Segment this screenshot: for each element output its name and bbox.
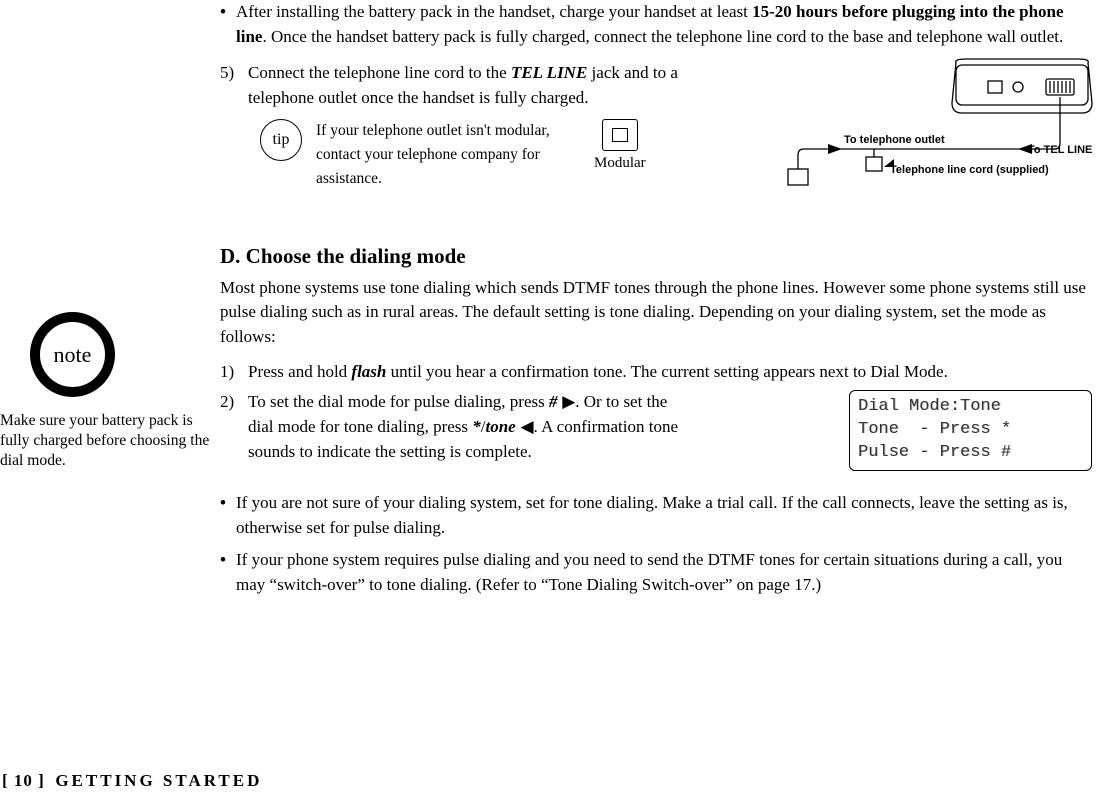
- step-number: 2): [220, 390, 248, 464]
- flash-key: flash: [351, 362, 386, 381]
- left-arrow-icon: ◀: [516, 417, 534, 436]
- step-2: 2) To set the dial mode for pulse dialin…: [220, 390, 837, 464]
- step-5: 5) Connect the telephone line cord to th…: [220, 61, 748, 110]
- bullet-charge: • After installing the battery pack in t…: [220, 0, 1092, 49]
- star-key: *: [472, 417, 481, 436]
- modular-label: Modular: [594, 153, 646, 175]
- text: . Once the handset battery pack is fully…: [262, 27, 1063, 46]
- right-arrow-icon: ▶: [557, 392, 575, 411]
- page-number: [ 10 ]: [2, 771, 45, 790]
- sidebar-note: note Make sure your battery pack is full…: [0, 312, 215, 471]
- bullet-switchover: • If your phone system requires pulse di…: [220, 548, 1092, 597]
- diagram-label-outlet: To telephone outlet: [844, 134, 945, 146]
- tip-text: If your telephone outlet isn't modular, …: [316, 119, 576, 191]
- page-footer: [ 10 ] GETTING STARTED: [2, 769, 262, 794]
- note-icon-label: note: [30, 312, 115, 397]
- lcd-display: Dial Mode:Tone Tone - Press * Pulse - Pr…: [849, 390, 1092, 471]
- note-icon: note: [30, 312, 115, 397]
- text: After installing the battery pack in the…: [236, 2, 752, 21]
- note-text: Make sure your battery pack is fully cha…: [0, 411, 215, 471]
- tel-line-label: TEL LINE: [511, 63, 587, 82]
- diagram-label-telline: To TEL LINE: [1028, 144, 1092, 156]
- step-number: 1): [220, 360, 248, 385]
- tone-key: tone: [486, 417, 516, 436]
- d-intro: Most phone systems use tone dialing whic…: [220, 276, 1092, 350]
- step-1: 1) Press and hold flash until you hear a…: [220, 360, 1092, 385]
- heading-d: D. Choose the dialing mode: [220, 241, 1092, 271]
- step-number: 5): [220, 61, 248, 110]
- tip-block: tip If your telephone outlet isn't modul…: [260, 119, 748, 191]
- section-title: GETTING STARTED: [55, 771, 262, 790]
- base-connection-diagram: To telephone outlet Telephone line cord …: [756, 57, 1096, 227]
- modular-jack-illustration: Modular: [594, 119, 646, 175]
- diagram-label-cord: Telephone line cord (supplied): [890, 164, 1049, 176]
- bullet-not-sure: • If you are not sure of your dialing sy…: [220, 491, 1092, 540]
- tip-icon: tip: [260, 119, 302, 161]
